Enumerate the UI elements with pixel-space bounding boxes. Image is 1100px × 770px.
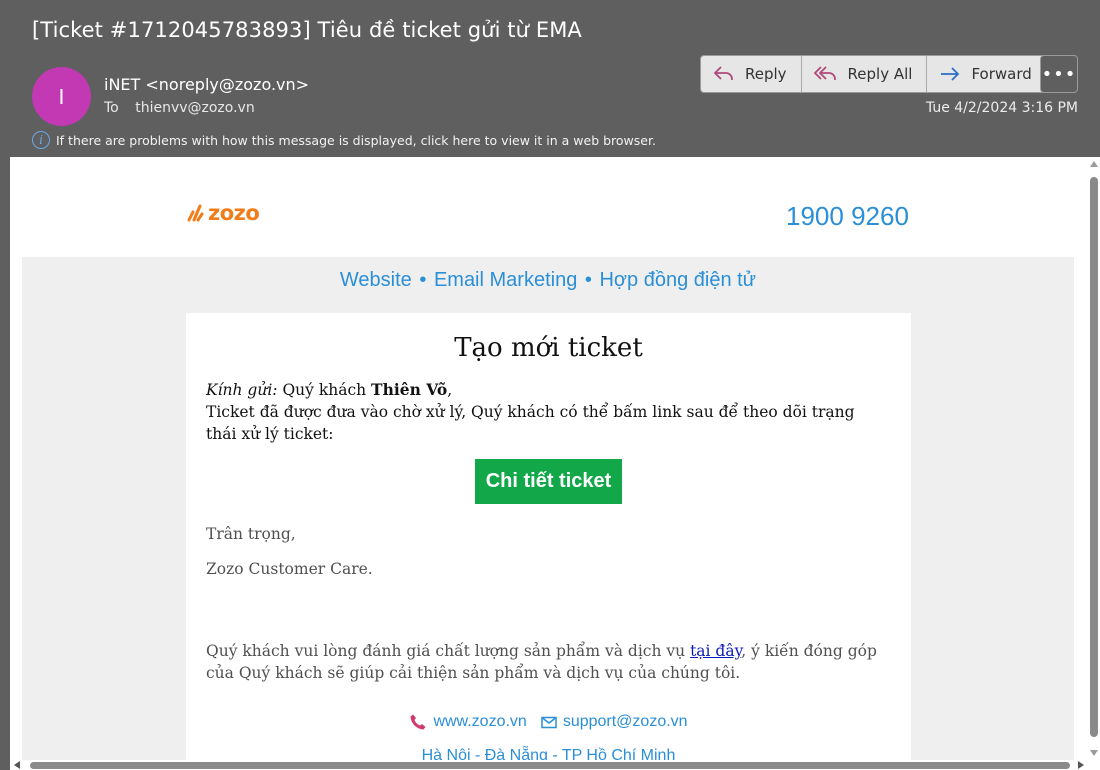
nav-link-email-marketing[interactable]: Email Marketing (434, 269, 577, 291)
forward-arrow-icon (941, 67, 960, 81)
website-link[interactable]: www.zozo.vn (433, 713, 526, 731)
scrollbar-corner (1088, 760, 1100, 770)
ticket-detail-button[interactable]: Chi tiết ticket (475, 459, 622, 504)
feedback-paragraph: Quý khách vui lòng đánh giá chất lượng s… (206, 640, 886, 684)
greeting-end: , (447, 381, 453, 399)
feedback-text-before: Quý khách vui lòng đánh giá chất lượng s… (206, 642, 686, 660)
phone-icon (409, 713, 427, 731)
sender-avatar[interactable]: I (32, 67, 91, 126)
reply-label: Reply (745, 65, 787, 83)
message-body: zozo 1900 9260 Website • Email Marketing… (10, 157, 1088, 760)
contact-row: www.zozo.vn support@zozo.vn (186, 713, 911, 731)
recipient-address[interactable]: thienvv@zozo.vn (135, 100, 255, 116)
greeting-label: Kính gửi: (206, 381, 278, 399)
scroll-left-icon[interactable] (14, 761, 20, 769)
nav-link-website[interactable]: Website (340, 269, 412, 291)
reply-button[interactable]: Reply (701, 56, 802, 92)
nav-link-e-contract[interactable]: Hợp đồng điện tử (599, 269, 756, 291)
support-email-link[interactable]: support@zozo.vn (563, 713, 688, 731)
scroll-up-icon[interactable] (1090, 161, 1098, 167)
recipient-row: To thienvv@zozo.vn (104, 100, 255, 116)
horizontal-scrollbar[interactable] (10, 760, 1088, 770)
more-actions-button[interactable]: ••• (1040, 55, 1078, 93)
ticket-message: Ticket đã được đưa vào chờ xử lý, Quý kh… (206, 403, 855, 443)
vertical-scrollbar[interactable] (1088, 157, 1100, 760)
ticket-title: Tạo mới ticket (454, 333, 643, 363)
customer-name: Thiên Võ (371, 380, 448, 399)
message-header: [Ticket #1712045783893] Tiêu đề ticket g… (0, 0, 1100, 157)
regards-text: Trân trọng, (206, 525, 296, 543)
signature-text: Zozo Customer Care. (206, 560, 373, 578)
forward-label: Forward (971, 65, 1032, 83)
reply-icon (713, 66, 733, 80)
office-cities: Hà Nội - Đà Nẵng - TP Hồ Chí Minh (421, 747, 676, 760)
ticket-card: Tạo mới ticket Kính gửi: Quý khách Thiên… (186, 313, 911, 760)
logo-text: zozo (208, 201, 260, 225)
scroll-down-icon[interactable] (1090, 750, 1098, 756)
mail-icon (541, 716, 557, 729)
service-links: Website • Email Marketing • Hợp đồng điệ… (10, 269, 1086, 292)
message-actions: Reply Reply All Forward (700, 55, 1047, 93)
zozo-logo[interactable]: zozo (186, 201, 260, 225)
reply-all-button[interactable]: Reply All (802, 56, 928, 92)
to-label: To (104, 100, 119, 116)
info-icon: i (32, 131, 50, 149)
nav-separator: • (584, 269, 592, 291)
feedback-link[interactable]: tại đây (690, 642, 741, 660)
zozo-logo-mark (187, 204, 204, 222)
forward-button[interactable]: Forward (927, 56, 1045, 92)
vertical-scroll-thumb[interactable] (1090, 177, 1098, 737)
greeting: Kính gửi: Quý khách Thiên Võ, (206, 379, 896, 401)
message-subject: [Ticket #1712045783893] Tiêu đề ticket g… (32, 18, 582, 42)
hotline-number[interactable]: 1900 9260 (786, 201, 909, 232)
display-info-bar[interactable]: i If there are problems with how this me… (32, 131, 656, 149)
sender-address[interactable]: iNET <noreply@zozo.vn> (104, 75, 309, 94)
display-info-text[interactable]: If there are problems with how this mess… (56, 133, 656, 148)
reply-all-label: Reply All (847, 65, 913, 83)
scroll-right-icon[interactable] (1078, 761, 1084, 769)
horizontal-scroll-thumb[interactable] (30, 762, 1070, 769)
reply-all-icon (813, 66, 836, 80)
message-date: Tue 4/2/2024 3:16 PM (925, 100, 1078, 116)
nav-separator: • (419, 269, 427, 291)
greeting-text: Quý khách (282, 381, 367, 399)
